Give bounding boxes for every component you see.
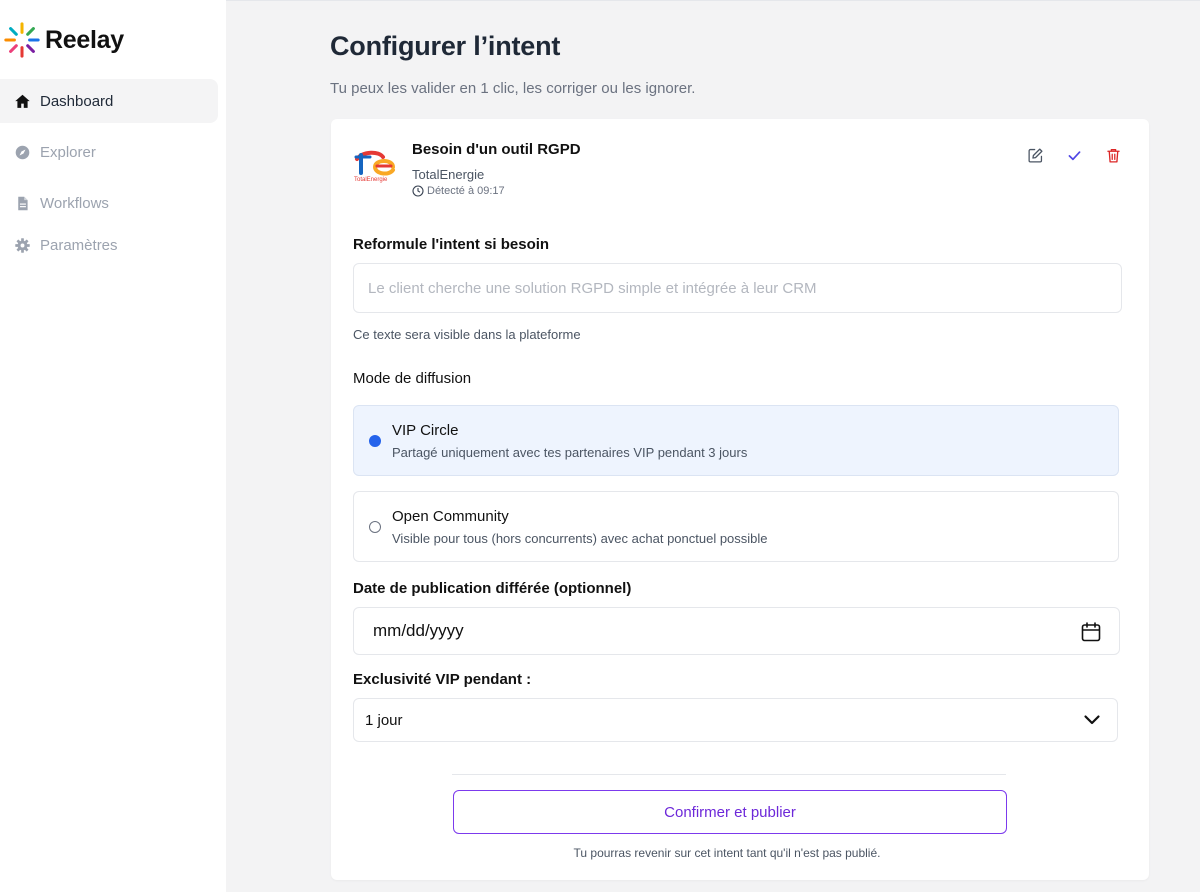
logo-text: Reelay <box>45 25 124 54</box>
reformulate-helper: Ce texte sera visible dans la plateforme <box>353 327 581 342</box>
mode-option-title: VIP Circle <box>392 422 459 439</box>
publish-date-input[interactable]: mm/dd/yyyy <box>353 607 1120 655</box>
trash-icon <box>1106 148 1120 163</box>
sidebar-item-label: Explorer <box>40 143 96 161</box>
radio-button[interactable] <box>369 521 381 533</box>
company-logo: TotalEnergie <box>353 149 397 183</box>
file-icon <box>13 194 31 212</box>
compass-icon <box>13 143 31 161</box>
exclusivity-select[interactable]: 1 jour <box>353 698 1118 742</box>
sidebar-item-label: Workflows <box>40 194 109 212</box>
intent-detected: Détecté à 09:17 <box>412 185 505 197</box>
calendar-icon[interactable] <box>1080 621 1102 643</box>
validate-button[interactable] <box>1064 145 1084 165</box>
mode-option-title: Open Community <box>392 508 509 525</box>
sidebar: Reelay Dashboard Explorer Workflows Para… <box>0 0 226 892</box>
top-divider <box>226 0 1200 1</box>
main-content: Configurer l’intent Tu peux les valider … <box>226 0 1200 892</box>
page-subtitle: Tu peux les valider en 1 clic, les corri… <box>330 80 696 97</box>
sidebar-item-workflows[interactable]: Workflows <box>0 181 218 225</box>
edit-icon <box>1027 147 1043 163</box>
page-title: Configurer l’intent <box>330 31 561 61</box>
exclusivity-label: Exclusivité VIP pendant : <box>353 671 532 688</box>
check-icon <box>1068 150 1080 160</box>
edit-button[interactable] <box>1025 145 1045 165</box>
mode-option-open-community[interactable]: Open Community Visible pour tous (hors c… <box>353 491 1119 562</box>
sidebar-item-explorer[interactable]: Explorer <box>0 130 218 174</box>
form-divider <box>452 774 1006 775</box>
sunburst-icon <box>4 22 40 58</box>
reformulate-input[interactable] <box>353 263 1122 313</box>
sidebar-item-parametres[interactable]: Paramètres <box>0 223 218 267</box>
exclusivity-value: 1 jour <box>365 711 403 729</box>
reformulate-label: Reformule l'intent si besoin <box>353 236 550 253</box>
sidebar-item-label: Dashboard <box>40 92 114 110</box>
chevron-down-icon <box>1084 715 1100 725</box>
sidebar-item-label: Paramètres <box>40 236 118 254</box>
sidebar-item-dashboard[interactable]: Dashboard <box>0 79 218 123</box>
intent-company: TotalEnergie <box>412 167 485 182</box>
mode-option-description: Partagé uniquement avec tes partenaires … <box>392 445 748 460</box>
brand-logo-text: TotalEnergie <box>354 177 388 183</box>
clock-icon <box>412 185 424 197</box>
date-value: mm/dd/yyyy <box>373 621 464 640</box>
intent-title: Besoin d'un outil RGPD <box>412 141 581 158</box>
home-icon <box>13 92 31 110</box>
delete-button[interactable] <box>1103 145 1123 165</box>
date-label: Date de publication différée (optionnel) <box>353 580 632 597</box>
footnote: Tu pourras revenir sur cet intent tant q… <box>573 846 881 860</box>
detected-time: Détecté à 09:17 <box>427 185 505 197</box>
radio-button-selected[interactable] <box>369 435 381 447</box>
mode-label: Mode de diffusion <box>353 370 472 387</box>
logo[interactable]: Reelay <box>3 21 124 59</box>
mode-option-vip-circle[interactable]: VIP Circle Partagé uniquement avec tes p… <box>353 405 1119 476</box>
confirm-publish-button[interactable]: Confirmer et publier <box>453 790 1007 834</box>
mode-option-description: Visible pour tous (hors concurrents) ave… <box>392 531 768 546</box>
gear-icon <box>13 236 31 254</box>
intent-card: TotalEnergie Besoin d'un outil RGPD Tota… <box>331 119 1149 880</box>
